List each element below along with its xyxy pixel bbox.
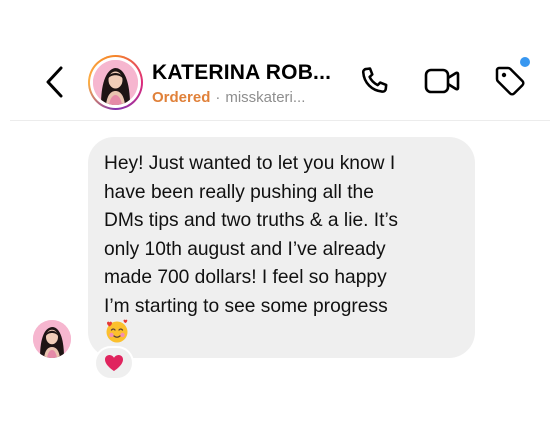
notification-dot — [520, 57, 530, 67]
avatar-photo — [93, 60, 138, 105]
smiling-face-with-hearts-icon — [106, 319, 128, 343]
order-status: Ordered — [152, 89, 211, 106]
thread-header: KATERINA ROB... Ordered · misskateri... — [0, 0, 560, 121]
tag-icon — [495, 66, 525, 96]
message-text: Hey! Just wanted to let you know I have … — [104, 153, 398, 317]
dm-thread-screen: KATERINA ROB... Ordered·misskateri... — [0, 0, 560, 424]
video-call-button[interactable] — [424, 63, 460, 99]
video-camera-icon — [424, 68, 460, 94]
separator-dot: · — [215, 89, 221, 106]
contact-handle: misskateri... — [225, 89, 306, 106]
audio-call-button[interactable] — [356, 63, 392, 99]
header-divider — [10, 120, 550, 121]
heart-reaction[interactable] — [94, 346, 134, 380]
red-heart-icon — [105, 355, 123, 371]
contact-name[interactable]: KATERINA ROB... — [152, 61, 352, 85]
message-bubble[interactable]: Hey! Just wanted to let you know I have … — [88, 137, 475, 358]
sender-avatar[interactable] — [33, 320, 71, 358]
contact-avatar[interactable] — [88, 55, 143, 110]
back-button[interactable] — [40, 62, 70, 102]
chevron-left-icon — [46, 66, 63, 98]
phone-icon — [361, 67, 388, 93]
contact-subline: Ordered · misskateri... — [152, 89, 352, 106]
tag-button[interactable] — [492, 63, 528, 99]
